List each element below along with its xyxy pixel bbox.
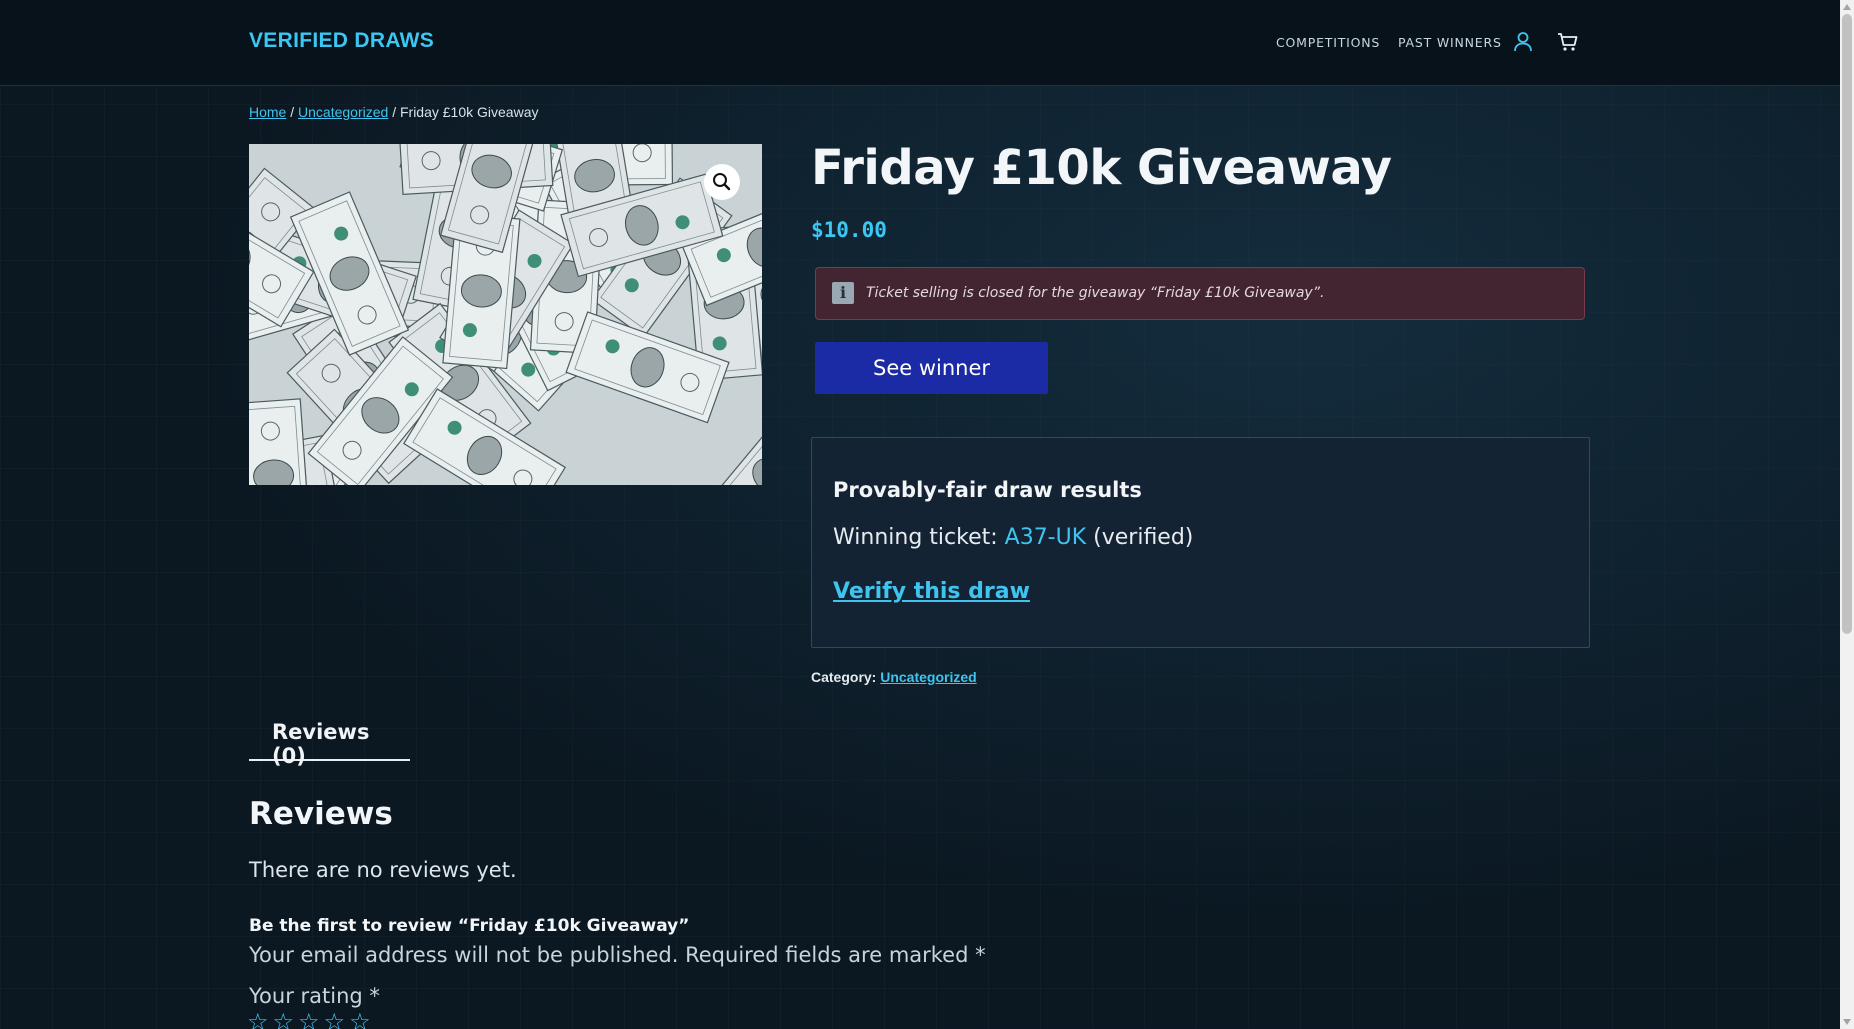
star-2-icon[interactable]: ☆ — [273, 1010, 295, 1029]
breadcrumb-current: Friday £10k Giveaway — [399, 104, 539, 120]
product-category: Category: Uncategorized — [811, 669, 977, 685]
notice-text: Ticket selling is closed for the giveawa… — [866, 285, 1325, 301]
star-1-icon[interactable]: ☆ — [247, 1010, 269, 1029]
zoom-icon — [713, 173, 731, 191]
scroll-thumb[interactable] — [1842, 14, 1852, 634]
verify-draw-link[interactable]: Verify this draw — [833, 579, 1030, 604]
category-label: Category: — [811, 669, 881, 685]
scroll-up-arrow-icon[interactable] — [1843, 4, 1851, 10]
star-3-icon[interactable]: ☆ — [298, 1010, 320, 1029]
breadcrumb-category[interactable]: Uncategorized — [298, 104, 388, 120]
star-5-icon[interactable]: ☆ — [349, 1010, 371, 1029]
product-title: Friday £10k Giveaway — [811, 140, 1392, 196]
closed-notice: i Ticket selling is closed for the givea… — [815, 267, 1585, 320]
tab-reviews[interactable]: Reviews (0) — [249, 712, 410, 768]
page-scrollbar[interactable] — [1840, 0, 1854, 1029]
banknotes-image — [249, 144, 762, 485]
draw-results-box: Provably-fair draw results Winning ticke… — [811, 437, 1590, 648]
breadcrumb: Home / Uncategorized / Friday £10k Givea… — [249, 104, 539, 120]
first-review-heading: Be the first to review “Friday £10k Give… — [249, 916, 690, 936]
draw-results-title: Provably-fair draw results — [833, 478, 1142, 502]
product-image[interactable] — [249, 144, 762, 485]
email-note: Your email address will not be published… — [249, 943, 986, 967]
winning-ticket-label: Winning ticket: — [833, 525, 1005, 550]
winning-ticket-status: (verified) — [1086, 525, 1194, 550]
rating-label: Your rating * — [249, 984, 380, 1008]
scroll-down-arrow-icon[interactable] — [1843, 1019, 1851, 1025]
see-winner-button[interactable]: See winner — [815, 342, 1048, 394]
winning-ticket: Winning ticket: A37-UK (verified) — [833, 525, 1193, 550]
category-link[interactable]: Uncategorized — [880, 669, 976, 685]
nav-past-winners[interactable]: PAST WINNERS — [1398, 35, 1502, 50]
product-price: $10.00 — [811, 218, 887, 242]
nav-competitions[interactable]: COMPETITIONS — [1276, 35, 1380, 50]
breadcrumb-separator: / — [388, 104, 400, 120]
info-icon: i — [832, 282, 854, 304]
no-reviews-text: There are no reviews yet. — [249, 858, 517, 882]
user-icon[interactable] — [1513, 31, 1533, 53]
site-logo[interactable]: VERIFIED DRAWS — [249, 29, 434, 53]
breadcrumb-home[interactable]: Home — [249, 104, 286, 120]
reviews-heading: Reviews — [249, 796, 393, 832]
winning-ticket-number: A37-UK — [1004, 525, 1087, 550]
cart-icon[interactable] — [1557, 32, 1579, 52]
rating-stars: ☆ ☆ ☆ ☆ ☆ — [247, 1010, 371, 1029]
zoom-button[interactable] — [704, 164, 740, 200]
site-header: VERIFIED DRAWS COMPETITIONS PAST WINNERS — [0, 0, 1840, 86]
tab-reviews-label: Reviews (0) — [272, 720, 370, 768]
star-4-icon[interactable]: ☆ — [324, 1010, 346, 1029]
breadcrumb-separator: / — [286, 104, 299, 120]
